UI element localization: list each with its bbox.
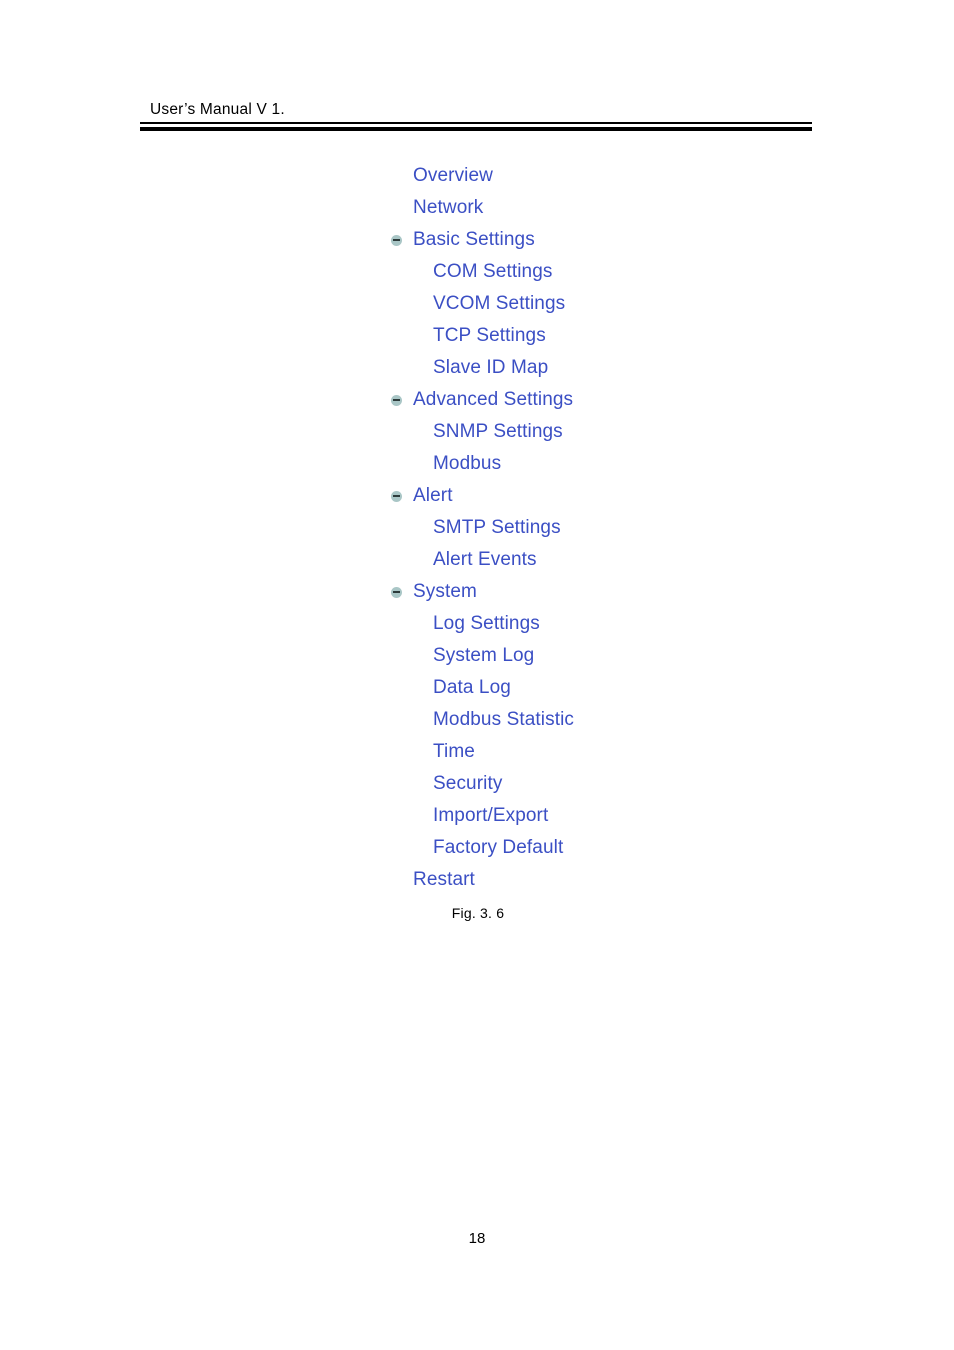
nav-item-label[interactable]: TCP Settings — [433, 325, 546, 346]
nav-item-label[interactable]: SMTP Settings — [433, 517, 561, 538]
nav-item-label[interactable]: Modbus Statistic — [433, 709, 574, 730]
nav-item-label[interactable]: Basic Settings — [413, 229, 535, 250]
nav-item-label[interactable]: SNMP Settings — [433, 421, 563, 442]
collapse-node-icon[interactable] — [391, 491, 402, 502]
header-rule-thick — [140, 127, 812, 131]
nav-item-label[interactable]: Overview — [413, 165, 493, 186]
nav-item-label[interactable]: System — [413, 581, 477, 602]
collapse-node-icon[interactable] — [391, 587, 402, 598]
nav-item[interactable]: Security — [0, 768, 954, 800]
running-header: User’s Manual V 1. — [140, 100, 812, 120]
nav-item-label[interactable]: Alert Events — [433, 549, 537, 570]
nav-item[interactable]: Modbus Statistic — [0, 704, 954, 736]
nav-item[interactable]: VCOM Settings — [0, 288, 954, 320]
nav-item[interactable]: System Log — [0, 640, 954, 672]
page-number: 18 — [468, 1230, 486, 1247]
header-rule-thin — [140, 122, 812, 124]
nav-item[interactable]: Time — [0, 736, 954, 768]
figure-caption-text: Fig. 3. 6 — [451, 905, 505, 921]
nav-item[interactable]: System — [0, 576, 954, 608]
nav-item-label[interactable]: Advanced Settings — [413, 389, 573, 410]
nav-item[interactable]: Modbus — [0, 448, 954, 480]
nav-item-label[interactable]: Modbus — [433, 453, 501, 474]
nav-item-label[interactable]: COM Settings — [433, 261, 552, 282]
nav-item-label[interactable]: Alert — [413, 485, 453, 506]
nav-item[interactable]: Network — [0, 192, 954, 224]
nav-item[interactable]: TCP Settings — [0, 320, 954, 352]
nav-item-label[interactable]: Import/Export — [433, 805, 548, 826]
collapse-node-icon[interactable] — [391, 235, 402, 246]
nav-item-label[interactable]: Restart — [413, 869, 475, 890]
figure-3-6: Overview Network Basic Settings COM Setting… — [0, 160, 954, 896]
nav-item[interactable]: Advanced Settings — [0, 384, 954, 416]
figure-caption: Fig. 3. 6 — [0, 905, 954, 921]
nav-item-label[interactable]: Network — [413, 197, 483, 218]
nav-item-label[interactable]: Time — [433, 741, 475, 762]
running-header-title: User’s Manual V 1. — [150, 101, 285, 118]
nav-item-label[interactable]: Security — [433, 773, 502, 794]
nav-item[interactable]: Alert Events — [0, 544, 954, 576]
nav-item[interactable]: Factory Default — [0, 832, 954, 864]
navigation-tree: Overview Network Basic Settings COM Setting… — [0, 160, 954, 896]
nav-item[interactable]: Overview — [0, 160, 954, 192]
nav-item-label[interactable]: Log Settings — [433, 613, 540, 634]
nav-item[interactable]: Data Log — [0, 672, 954, 704]
nav-item[interactable]: Alert — [0, 480, 954, 512]
nav-item[interactable]: Slave ID Map — [0, 352, 954, 384]
nav-item-label[interactable]: VCOM Settings — [433, 293, 565, 314]
nav-item[interactable]: Import/Export — [0, 800, 954, 832]
page-number-container: 18 — [0, 1230, 954, 1247]
nav-item[interactable]: Log Settings — [0, 608, 954, 640]
nav-item[interactable]: SMTP Settings — [0, 512, 954, 544]
collapse-node-icon[interactable] — [391, 395, 402, 406]
nav-item-label[interactable]: Factory Default — [433, 837, 563, 858]
nav-item[interactable]: Basic Settings — [0, 224, 954, 256]
nav-item-label[interactable]: Data Log — [433, 677, 511, 698]
nav-item-label[interactable]: Slave ID Map — [433, 357, 548, 378]
nav-item[interactable]: SNMP Settings — [0, 416, 954, 448]
nav-item-label[interactable]: System Log — [433, 645, 534, 666]
nav-item[interactable]: Restart — [0, 864, 954, 896]
nav-item[interactable]: COM Settings — [0, 256, 954, 288]
